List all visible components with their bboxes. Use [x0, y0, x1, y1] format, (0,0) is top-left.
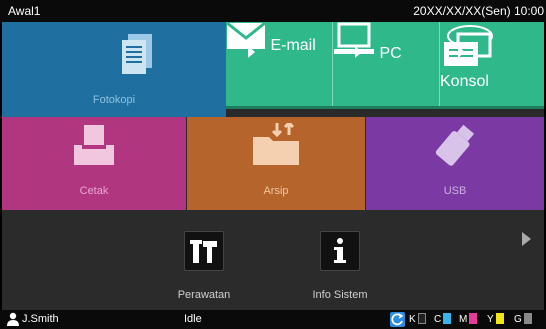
konsol-tile[interactable]: Konsol — [440, 22, 544, 106]
pc-label: PC — [379, 45, 402, 62]
home-screen: Fotokopi E-mail PC Konsol Cetak Arsip US… — [2, 21, 544, 310]
fotokopi-label: Fotokopi — [92, 94, 136, 106]
ink-level — [523, 313, 532, 324]
tools-icon — [190, 240, 217, 263]
arsip-label: Arsip — [263, 185, 289, 197]
info-sistem-button[interactable] — [320, 231, 360, 271]
folder-transfer-icon — [253, 123, 299, 165]
user-icon — [7, 312, 19, 326]
info-sistem-label: Info Sistem — [312, 289, 368, 301]
next-page-arrow-icon[interactable] — [522, 232, 531, 246]
laptop-icon — [334, 22, 374, 54]
ink-k: K — [409, 313, 426, 325]
console-icon — [444, 25, 493, 66]
usb-tile[interactable]: USB — [366, 117, 544, 210]
user-name[interactable]: J.Smith — [22, 313, 59, 325]
ink-m: M — [459, 313, 478, 325]
ink-level — [469, 313, 478, 324]
perawatan-label: Perawatan — [177, 289, 231, 301]
email-tile[interactable]: E-mail — [226, 21, 332, 106]
cetak-label: Cetak — [79, 185, 109, 197]
title-bar: Awal1 20XX/XX/XX(Sen) 10:00 — [0, 0, 546, 22]
play-arrow-icon — [248, 46, 255, 58]
pc-tile[interactable]: PC — [333, 22, 439, 106]
send-shadow — [226, 106, 544, 117]
printer-icon — [74, 125, 114, 165]
ink-level — [495, 313, 504, 324]
ink-level — [417, 313, 426, 324]
ink-level — [443, 313, 452, 324]
machine-status: Idle — [184, 313, 202, 325]
document-stack-icon — [122, 34, 152, 74]
usb-drive-icon — [435, 124, 475, 166]
email-label: E-mail — [270, 37, 316, 54]
status-bar: J.Smith Idle K C M Y G — [0, 310, 546, 329]
konsol-label: Konsol — [440, 73, 489, 90]
envelope-icon — [226, 21, 266, 49]
cetak-tile[interactable]: Cetak — [2, 117, 186, 210]
fotokopi-tile[interactable]: Fotokopi — [2, 22, 226, 117]
refresh-icon[interactable] — [390, 312, 405, 327]
ink-y: Y — [487, 313, 504, 325]
usb-label: USB — [443, 185, 467, 197]
perawatan-button[interactable] — [184, 231, 224, 271]
play-arrow-icon — [355, 46, 362, 58]
arsip-tile[interactable]: Arsip — [187, 117, 365, 210]
utility-row: Perawatan Info Sistem — [2, 210, 544, 310]
screen-title: Awal1 — [8, 4, 41, 18]
info-icon — [334, 238, 346, 263]
date-time: 20XX/XX/XX(Sen) 10:00 — [413, 4, 544, 18]
ink-c: C — [434, 313, 452, 325]
ink-g: G — [514, 313, 532, 325]
play-arrow-icon — [458, 46, 465, 58]
